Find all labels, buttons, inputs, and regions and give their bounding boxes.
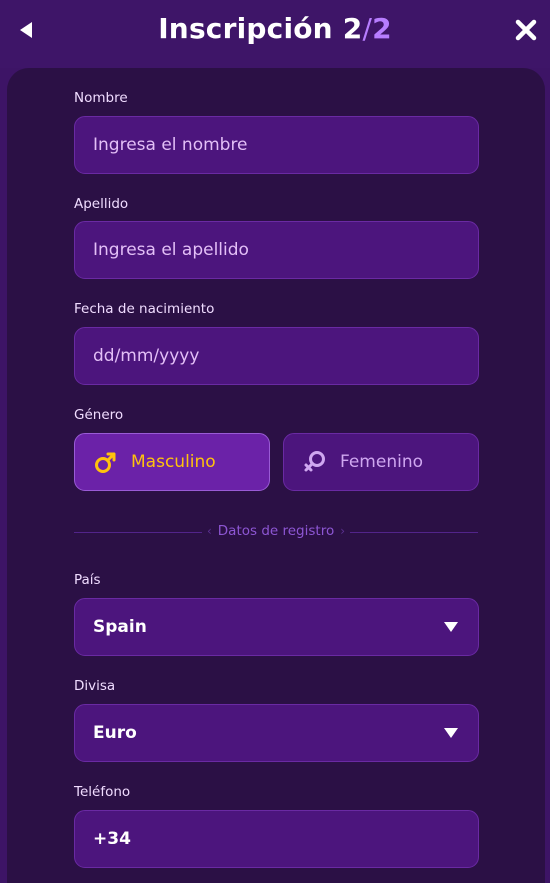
caret-down-icon xyxy=(444,622,458,632)
divider-chevron-right-icon: › xyxy=(340,524,346,538)
pais-value: Spain xyxy=(93,617,147,637)
divider-title: ‹ Datos de registro › xyxy=(74,523,478,539)
female-icon xyxy=(304,451,325,472)
caret-down-icon xyxy=(444,728,458,738)
step-separator: / xyxy=(362,12,373,45)
nombre-label: Nombre xyxy=(74,90,128,106)
divisa-select[interactable]: Euro xyxy=(74,704,479,762)
telefono-label: Teléfono xyxy=(74,784,131,800)
genero-label: Género xyxy=(74,407,124,423)
apellido-input[interactable] xyxy=(93,240,478,260)
fecha-field[interactable] xyxy=(74,327,479,385)
nombre-input[interactable] xyxy=(93,135,478,155)
gender-label-femenino: Femenino xyxy=(340,452,423,472)
step-current: 2 xyxy=(342,12,363,45)
title-text: Inscripción xyxy=(158,12,333,45)
male-icon xyxy=(95,452,116,473)
pais-select[interactable]: Spain xyxy=(74,598,479,656)
header: Inscripción 2/2 xyxy=(0,0,550,68)
gender-option-masculino[interactable]: Masculino xyxy=(74,433,270,491)
telefono-input[interactable] xyxy=(93,829,478,849)
close-icon xyxy=(515,19,537,41)
page-title: Inscripción 2/2 xyxy=(0,12,550,45)
step-total: 2 xyxy=(372,12,392,45)
divider-chevron-left-icon: ‹ xyxy=(206,524,212,538)
pais-label: País xyxy=(74,572,101,588)
close-button[interactable] xyxy=(512,16,540,44)
fecha-input[interactable] xyxy=(93,346,478,366)
apellido-field[interactable] xyxy=(74,221,479,279)
gender-option-femenino[interactable]: Femenino xyxy=(283,433,479,491)
apellido-label: Apellido xyxy=(74,196,129,212)
divider-label: Datos de registro xyxy=(217,523,335,539)
telefono-field[interactable] xyxy=(74,810,479,868)
section-divider: ‹ Datos de registro › xyxy=(74,521,478,543)
gender-label-masculino: Masculino xyxy=(131,452,216,472)
nombre-field[interactable] xyxy=(74,116,479,174)
divisa-label: Divisa xyxy=(74,678,116,694)
fecha-label: Fecha de nacimiento xyxy=(74,301,215,317)
divisa-value: Euro xyxy=(93,723,137,743)
